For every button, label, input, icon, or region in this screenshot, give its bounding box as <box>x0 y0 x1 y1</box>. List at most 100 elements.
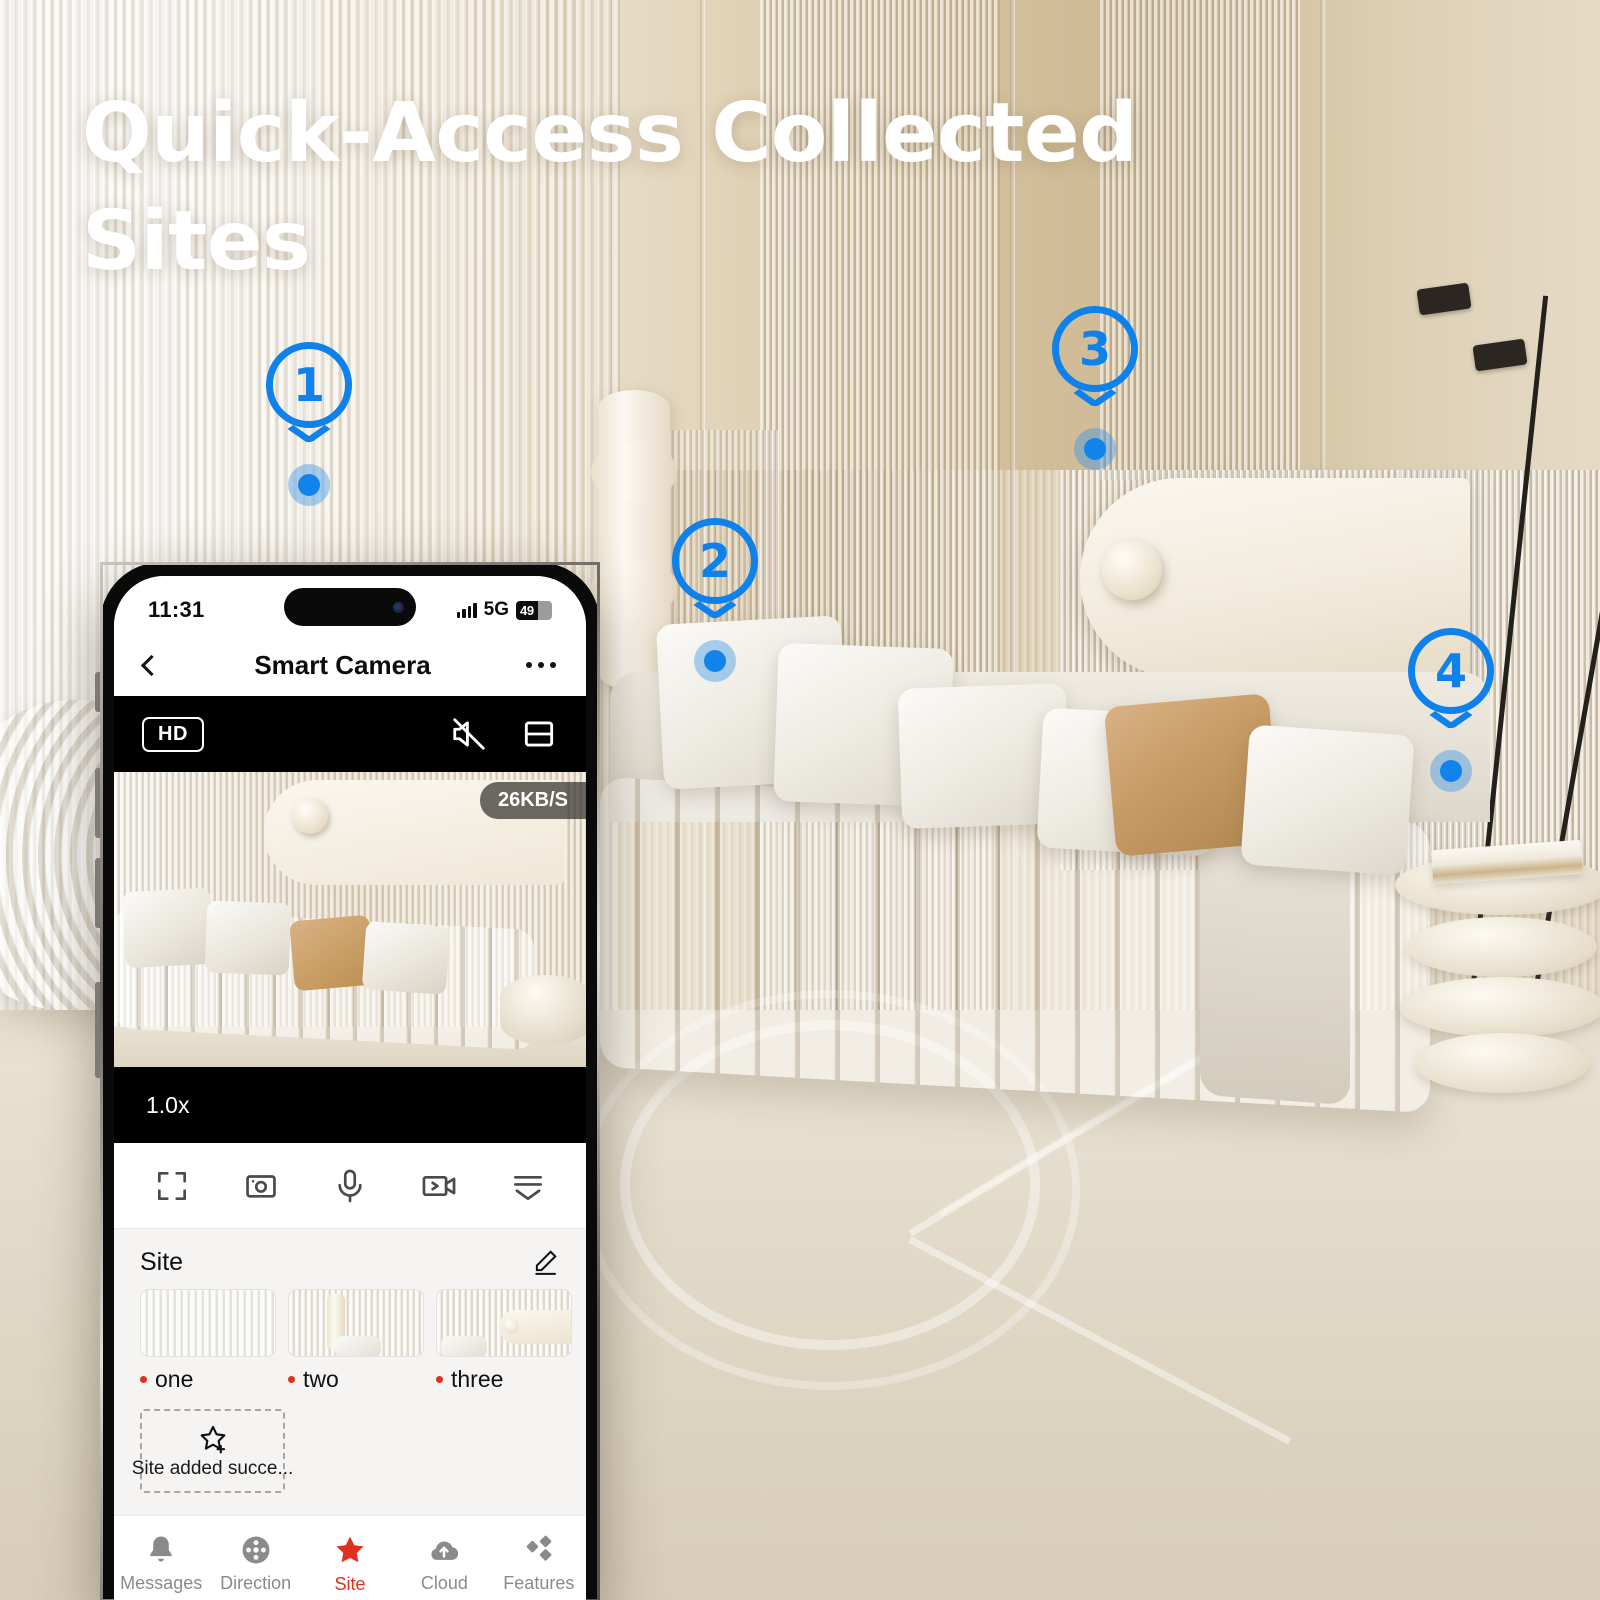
thumb-cushion-shape <box>441 1336 487 1356</box>
side-table-disc-4 <box>1415 1033 1590 1093</box>
cloud-upload-icon <box>431 1541 459 1560</box>
side-table-disc-3 <box>1400 977 1600 1037</box>
add-site-caption: Site added succe... <box>131 1458 294 1479</box>
front-camera-icon <box>393 601 404 613</box>
hd-quality-button[interactable]: HD <box>142 716 204 752</box>
video-top-toolbar: HD <box>114 696 586 772</box>
wall-knob <box>1102 540 1162 600</box>
signal-bars-icon <box>456 602 477 618</box>
site-label-one-row: one <box>140 1366 276 1393</box>
marker-3[interactable]: 3 <box>1052 306 1138 470</box>
site-section-title: Site <box>140 1247 184 1276</box>
speaker-mute-icon[interactable] <box>450 715 488 753</box>
thumb-cushion-shape <box>335 1336 381 1356</box>
tab-direction-label: Direction <box>220 1573 292 1593</box>
marker-1[interactable]: 1 <box>266 342 352 506</box>
bandwidth-badge: 26KB/S <box>479 782 586 819</box>
site-status-dot <box>140 1376 147 1383</box>
marker-4-number: 4 <box>1434 644 1467 698</box>
screenshot-icon[interactable] <box>242 1167 280 1205</box>
video-toolbar-right <box>450 715 558 753</box>
tab-site-label: Site <box>334 1574 366 1594</box>
site-label-two-row: two <box>288 1366 424 1393</box>
marker-3-dot <box>1074 428 1116 470</box>
cushion-5 <box>1240 724 1415 876</box>
live-video-feed[interactable]: 26KB/S <box>114 772 586 1067</box>
page-heading: Smart Camera <box>254 649 431 680</box>
marker-2-number: 2 <box>698 534 731 588</box>
site-item-one[interactable]: one <box>140 1289 276 1393</box>
video-cushion-2 <box>204 900 292 976</box>
split-view-icon[interactable] <box>520 715 558 753</box>
chevron-left-icon[interactable] <box>140 654 163 676</box>
nav-bar: Smart Camera <box>114 634 586 696</box>
tab-site[interactable]: Site <box>303 1532 397 1595</box>
zoom-level-label: 1.0x <box>146 1091 190 1118</box>
zoom-level-bar[interactable]: 1.0x <box>114 1067 586 1143</box>
marker-4-dot <box>1430 750 1472 792</box>
marker-2-dot <box>694 640 736 682</box>
thumb-knob-shape <box>503 1318 519 1334</box>
site-item-two[interactable]: two <box>288 1289 424 1393</box>
video-wall-knob <box>292 798 328 834</box>
video-cushion-3 <box>361 921 451 995</box>
wall-seam-3 <box>1320 0 1325 480</box>
record-video-icon[interactable] <box>420 1167 458 1205</box>
video-side-table <box>500 975 586 1045</box>
marker-3-number: 3 <box>1078 322 1111 376</box>
tab-features[interactable]: Features <box>492 1533 586 1594</box>
site-thumbnail-two[interactable] <box>288 1289 424 1357</box>
site-label-three-row: three <box>436 1366 572 1393</box>
tab-messages[interactable]: Messages <box>114 1533 208 1594</box>
battery-level: 49 <box>520 602 534 618</box>
marker-2[interactable]: 2 <box>672 518 758 682</box>
site-label-one: one <box>155 1366 194 1392</box>
bell-icon <box>150 1536 172 1562</box>
marker-1-dot <box>288 464 330 506</box>
camera-controls-row <box>114 1143 586 1229</box>
network-label: 5G <box>483 599 509 620</box>
marker-4[interactable]: 4 <box>1408 628 1494 792</box>
pencil-edit-icon[interactable] <box>530 1247 560 1277</box>
status-time: 11:31 <box>148 597 205 622</box>
microphone-icon[interactable] <box>331 1167 369 1205</box>
site-thumbnail-one[interactable] <box>140 1289 276 1357</box>
sofa-arm <box>1200 834 1350 1106</box>
bottom-tab-bar: Messages Direction Site Cloud Features <box>114 1515 586 1600</box>
tab-messages-label: Messages <box>120 1573 203 1593</box>
tab-cloud-label: Cloud <box>420 1573 468 1593</box>
site-thumbnail-list: one two three <box>140 1289 572 1393</box>
marker-1-number: 1 <box>292 358 325 412</box>
phone-screen: 11:31 5G 49 Smart Camera HD 26KB/S 1.0x … <box>114 576 586 1600</box>
phone-mockup: 11:31 5G 49 Smart Camera HD 26KB/S 1.0x … <box>95 562 600 1600</box>
site-thumbnail-three[interactable] <box>436 1289 572 1357</box>
site-label-three: three <box>451 1366 504 1392</box>
phone-silent-switch[interactable] <box>95 672 100 712</box>
site-section-header: Site <box>140 1247 560 1277</box>
tab-cloud[interactable]: Cloud <box>397 1533 491 1594</box>
site-label-two: two <box>303 1366 339 1392</box>
site-item-three[interactable]: three <box>436 1289 572 1393</box>
side-table-disc-2 <box>1407 917 1597 977</box>
phone-power-button[interactable] <box>95 982 100 1078</box>
add-site-tile[interactable]: Site added succe... <box>132 1409 293 1493</box>
tab-features-label: Features <box>503 1573 575 1593</box>
battery-icon: 49 <box>516 600 552 620</box>
star-icon <box>336 1536 364 1563</box>
fullscreen-icon[interactable] <box>153 1167 191 1205</box>
star-plus-icon <box>200 1425 225 1454</box>
dpad-icon <box>242 1536 270 1564</box>
site-section: Site one two three Site added succe... <box>114 1229 586 1515</box>
status-bar: 11:31 5G 49 <box>114 576 586 634</box>
status-indicators: 5G 49 <box>456 599 552 621</box>
collapse-menu-icon[interactable] <box>509 1167 547 1205</box>
more-dots-icon[interactable] <box>526 662 556 668</box>
video-cushion-1 <box>122 887 214 969</box>
page-title: Quick-Access Collected Sites <box>82 86 1138 290</box>
side-table <box>1395 855 1600 1093</box>
phone-volume-up-button[interactable] <box>95 768 100 838</box>
phone-volume-down-button[interactable] <box>95 858 100 928</box>
site-status-dot <box>436 1376 443 1383</box>
site-status-dot <box>288 1376 295 1383</box>
tab-direction[interactable]: Direction <box>208 1533 302 1594</box>
